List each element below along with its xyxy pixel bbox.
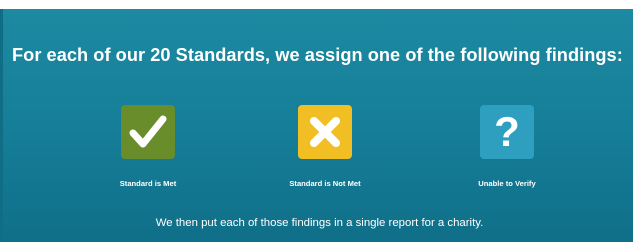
finding-unable-to-verify: ? Unable to Verify <box>437 105 577 188</box>
question-mark-icon: ? <box>480 105 534 159</box>
finding-label-unverified: Unable to Verify <box>478 179 536 188</box>
finding-label-met: Standard is Met <box>119 179 177 188</box>
findings-panel: For each of our 20 Standards, we assign … <box>0 9 633 242</box>
finding-standard-not-met: Standard is Not Met <box>255 105 395 188</box>
x-mark-icon <box>298 105 352 159</box>
question-mark-glyph: ? <box>494 108 520 155</box>
report-footnote: We then put each of those findings in a … <box>155 217 484 229</box>
finding-standard-met: Standard is Met <box>78 105 218 188</box>
checkmark-icon <box>121 105 175 159</box>
finding-label-not-met: Standard is Not Met <box>289 179 361 188</box>
panel-headline: For each of our 20 Standards, we assign … <box>12 45 623 65</box>
